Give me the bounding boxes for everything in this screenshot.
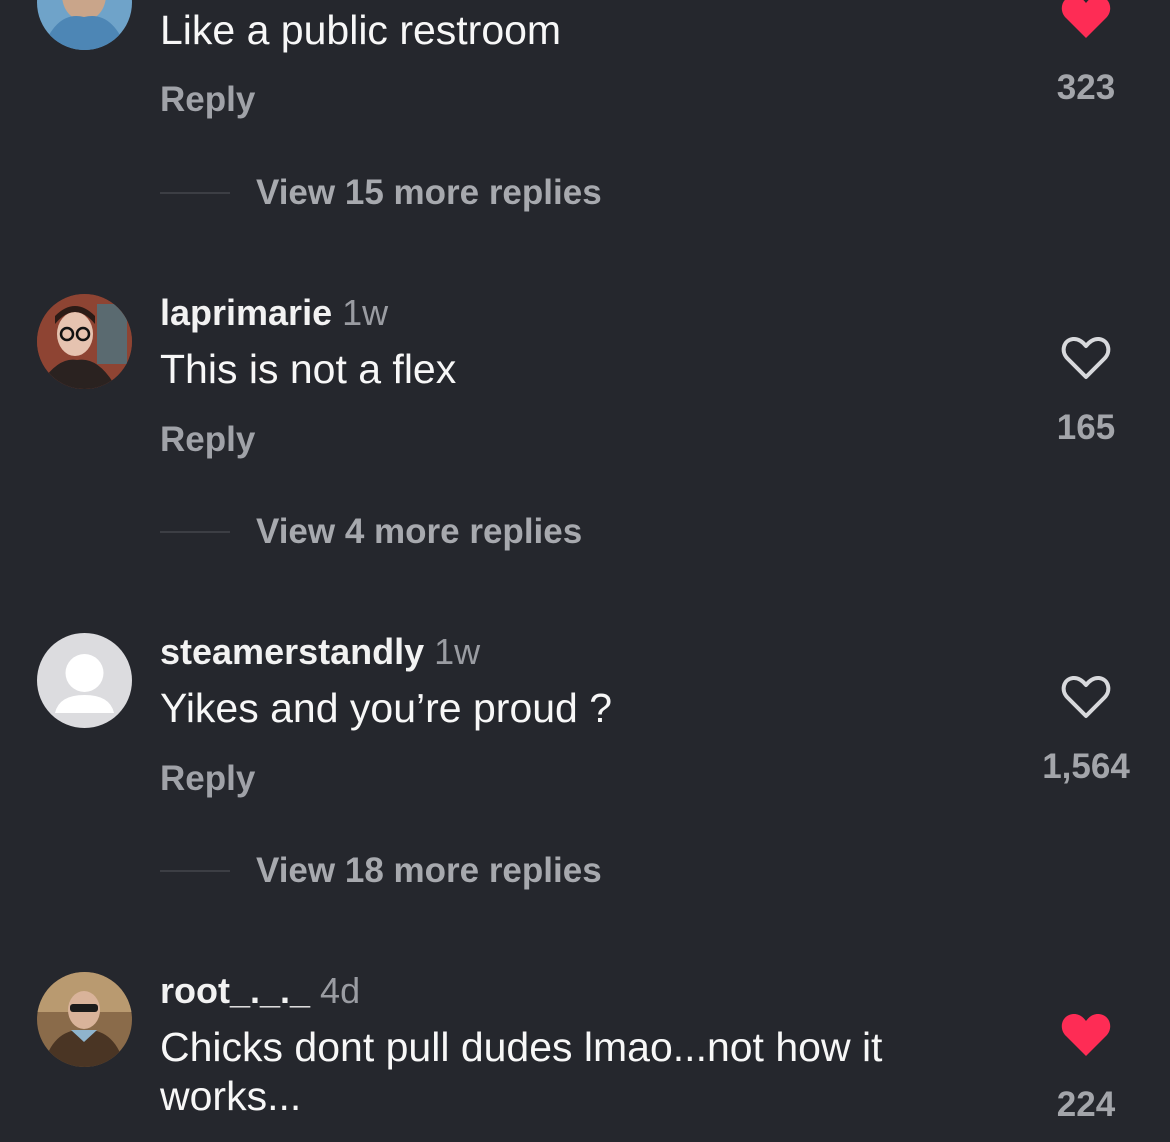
like-button[interactable]	[1060, 0, 1112, 40]
reply-button[interactable]: Reply	[160, 420, 255, 460]
like-button[interactable]	[1060, 335, 1112, 381]
like-button[interactable]	[1060, 1012, 1112, 1058]
like-count: 323	[1056, 68, 1116, 107]
like-button[interactable]	[1060, 674, 1112, 720]
like-count: 165	[1056, 408, 1116, 447]
divider	[160, 870, 230, 872]
avatar[interactable]	[37, 0, 132, 50]
comment-text: Like a public restroom	[160, 7, 562, 53]
username-label[interactable]: laprimarie	[160, 292, 332, 333]
avatar[interactable]	[37, 294, 132, 389]
heart-filled-icon	[1061, 1013, 1111, 1056]
heart-outline-icon	[1061, 336, 1111, 379]
avatar[interactable]	[37, 633, 132, 728]
heart-outline-icon	[1061, 675, 1111, 718]
like-count: 224	[1056, 1085, 1116, 1124]
view-more-replies-button[interactable]: View 15 more replies	[160, 173, 602, 213]
username-label[interactable]: steamerstandly	[160, 631, 424, 672]
view-replies-label: View 18 more replies	[256, 851, 602, 890]
view-more-replies-button[interactable]: View 18 more replies	[160, 851, 602, 891]
comment-username[interactable]: laprimarie 1w	[160, 292, 388, 334]
comment-username[interactable]: steamerstandly 1w	[160, 631, 480, 673]
view-replies-label: View 15 more replies	[256, 173, 602, 212]
heart-filled-icon	[1061, 0, 1111, 38]
username-label[interactable]: root_._._	[160, 970, 310, 1011]
divider	[160, 192, 230, 194]
reply-button[interactable]: Reply	[160, 80, 255, 120]
reply-button[interactable]: Reply	[160, 759, 255, 799]
like-count: 1,564	[1042, 747, 1130, 786]
divider	[160, 531, 230, 533]
comment-text: This is not a flex	[160, 346, 457, 392]
comment-timestamp: 1w	[342, 292, 389, 333]
comment-timestamp: 4d	[320, 970, 361, 1011]
avatar[interactable]	[37, 972, 132, 1067]
comment-text: Chicks dont pull dudes lmao...not how it…	[160, 1024, 883, 1119]
comment-text: Yikes and you’re proud ?	[160, 685, 613, 731]
comment-username[interactable]: root_._._ 4d	[160, 970, 360, 1012]
view-replies-label: View 4 more replies	[256, 512, 583, 551]
view-more-replies-button[interactable]: View 4 more replies	[160, 512, 582, 552]
comment-timestamp: 1w	[434, 631, 481, 672]
